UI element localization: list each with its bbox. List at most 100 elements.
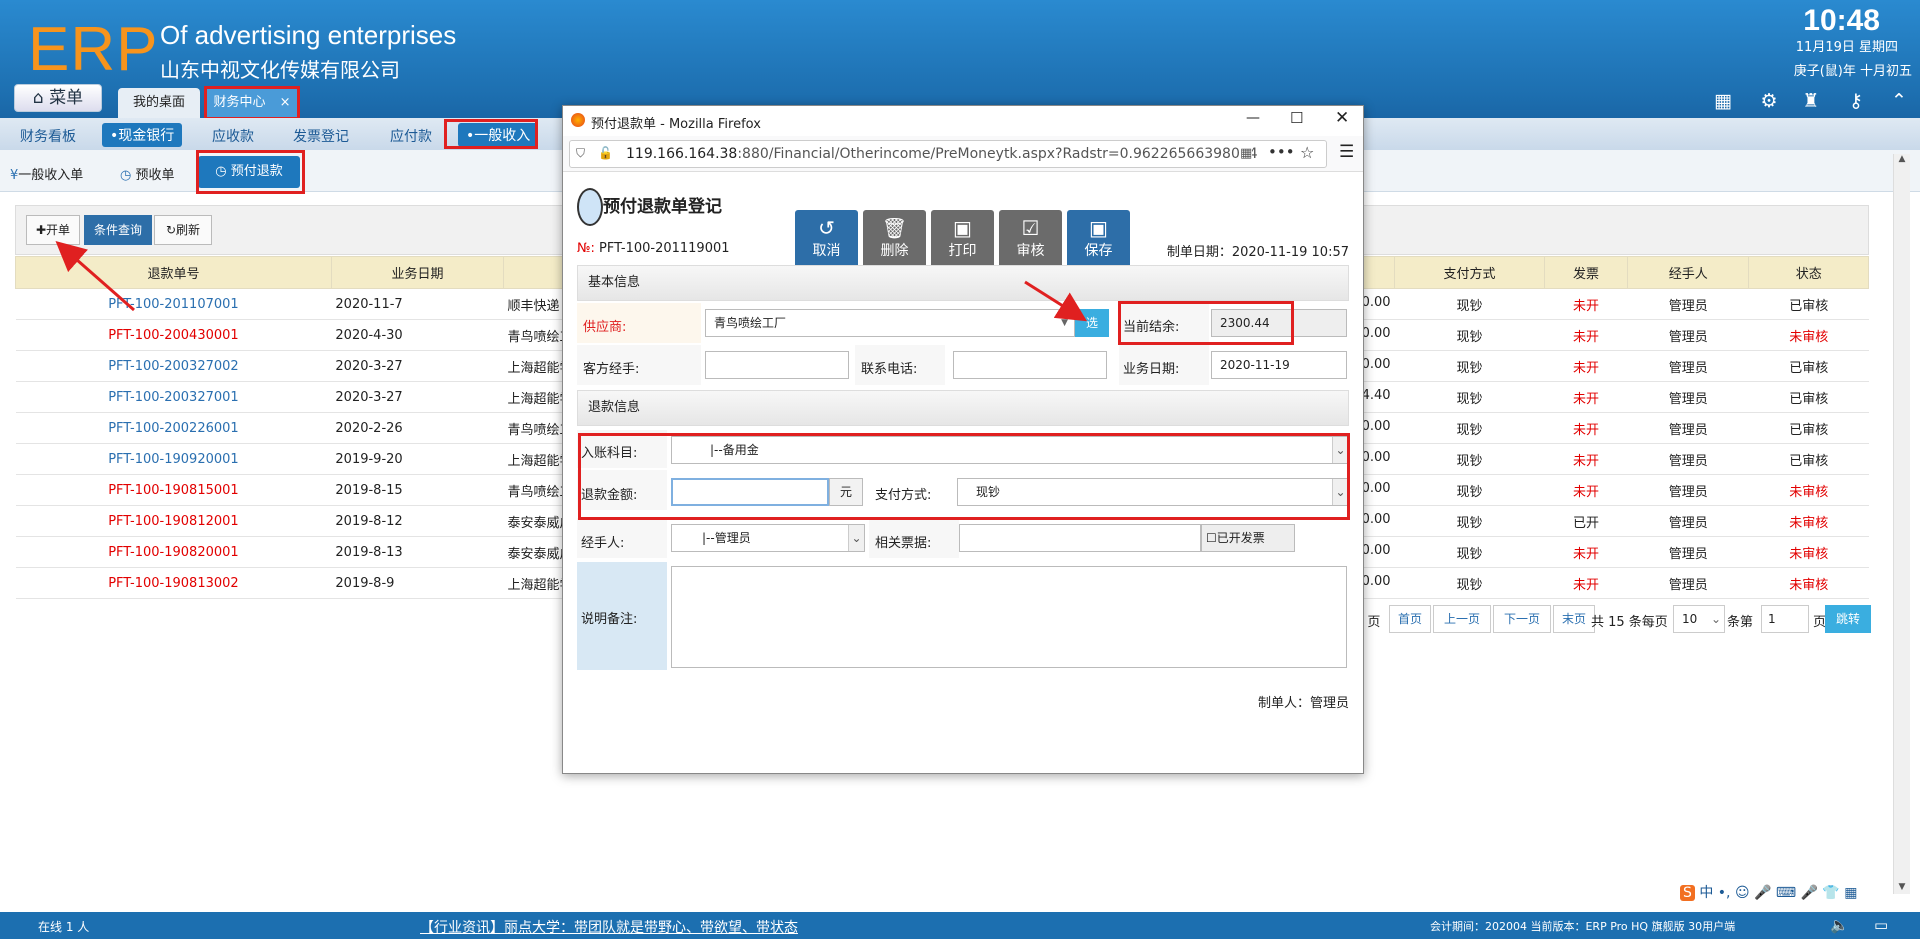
- hamburger-menu-icon[interactable]: ☰: [1339, 142, 1354, 162]
- scroll-down-icon[interactable]: ▼: [1894, 882, 1910, 892]
- invoice-issued-checkbox[interactable]: ☐已开发票: [1201, 524, 1295, 552]
- nav-general-income[interactable]: •一般收入: [458, 123, 539, 147]
- news-ticker[interactable]: 【行业资讯】丽点大学：带团队就是带野心、带欲望、带状态: [420, 917, 798, 937]
- nav-general-income-bill[interactable]: ¥一般收入单: [10, 164, 83, 183]
- print-button[interactable]: ▣ 打印: [931, 210, 994, 270]
- minimize-icon[interactable]: —: [1246, 110, 1260, 126]
- refund-no-cell[interactable]: PFT-100-200327002: [15, 350, 332, 382]
- go-page-button[interactable]: 跳转: [1825, 605, 1871, 633]
- next-page-button[interactable]: 下一页: [1493, 605, 1551, 633]
- status-cell: 未审核: [1748, 567, 1869, 599]
- bill-number-label: №:: [577, 241, 595, 256]
- refund-no-cell[interactable]: PFT-100-201107001: [15, 288, 332, 320]
- volume-icon[interactable]: 🔈: [1830, 916, 1849, 934]
- nav-cash-bank[interactable]: •现金银行: [102, 123, 183, 147]
- tab-close-icon[interactable]: ×: [280, 95, 291, 110]
- pager-total-text: 共 15 条每页: [1591, 615, 1668, 630]
- first-page-button[interactable]: 首页: [1389, 605, 1431, 633]
- select-supplier-button[interactable]: 选: [1075, 309, 1109, 337]
- remark-textarea[interactable]: [671, 566, 1347, 668]
- condition-query-button[interactable]: 条件查询: [84, 215, 152, 245]
- page-number-input[interactable]: 1: [1761, 605, 1809, 633]
- sogou-ime-icon[interactable]: S: [1680, 885, 1695, 901]
- shield-icon[interactable]: ⛉: [576, 146, 585, 161]
- refresh-button[interactable]: ↻刷新: [154, 215, 212, 245]
- biz-date-cell: 2019-8-15: [331, 474, 504, 506]
- tab-finance-center[interactable]: 财务中心 ×: [206, 88, 298, 118]
- close-icon[interactable]: ✕: [1335, 108, 1349, 128]
- related-bill-input[interactable]: [959, 524, 1201, 552]
- star-icon[interactable]: ☆: [1300, 143, 1314, 162]
- collapse-up-icon[interactable]: ⌃: [1888, 90, 1910, 112]
- refund-no-cell[interactable]: PFT-100-190820001: [15, 536, 332, 568]
- nav-prepay-refund[interactable]: ◷ 预付退款: [198, 156, 300, 188]
- phone-input[interactable]: [953, 351, 1107, 379]
- refund-no-cell[interactable]: PFT-100-190815001: [15, 474, 332, 506]
- scroll-up-icon[interactable]: ▲: [1894, 154, 1910, 164]
- nav-payables[interactable]: 应付款: [390, 126, 432, 146]
- nav-receivables[interactable]: 应收款: [212, 126, 254, 146]
- refund-info-section: 退款信息: [577, 390, 1349, 426]
- nav-finance-board[interactable]: 财务看板: [20, 126, 76, 146]
- monitor-icon[interactable]: ▭: [1874, 916, 1888, 934]
- col-handler[interactable]: 经手人: [1626, 256, 1750, 289]
- delete-button[interactable]: 🗑 删除: [863, 210, 926, 270]
- tab-finance-label: 财务中心: [213, 95, 266, 110]
- ime-status-icons[interactable]: 中 •, ☺ 🎤 ⌨ 🎤 👕 ▦: [1699, 885, 1857, 901]
- page-size-select[interactable]: 10 ⌄: [1673, 605, 1725, 633]
- last-page-button[interactable]: 末页: [1553, 605, 1595, 633]
- prev-page-button[interactable]: 上一页: [1433, 605, 1491, 633]
- phone-label: 联系电话:: [861, 362, 918, 377]
- nav-advance-receipt[interactable]: ◷ 预收单: [120, 164, 175, 183]
- invoice-cell: 未开: [1544, 474, 1628, 506]
- balance-field: 2300.44: [1211, 309, 1347, 337]
- qr-icon[interactable]: ▦: [1240, 146, 1253, 161]
- gear-icon[interactable]: ⚙: [1758, 90, 1780, 112]
- col-invoice[interactable]: 发票: [1543, 256, 1628, 289]
- refund-no-cell[interactable]: PFT-100-200430001: [15, 319, 332, 351]
- maximize-icon[interactable]: ☐: [1290, 109, 1303, 127]
- contact-input[interactable]: [705, 351, 849, 379]
- refund-no-cell[interactable]: PFT-100-200226001: [15, 412, 332, 444]
- supplier-select[interactable]: 青鸟喷绘工厂 ▼: [705, 309, 1075, 337]
- refund-no-cell[interactable]: PFT-100-190812001: [15, 505, 332, 537]
- col-pay-method[interactable]: 支付方式: [1394, 256, 1545, 289]
- invoice-cell: 未开: [1544, 350, 1628, 382]
- col-status[interactable]: 状态: [1748, 256, 1869, 289]
- print-icon: ▣: [953, 216, 972, 240]
- page-scrollbar[interactable]: ▲ ▼: [1893, 154, 1910, 894]
- chevron-down-icon: ⌄: [1332, 437, 1348, 463]
- remark-label: 说明备注:: [581, 612, 638, 627]
- handler-cell: 管理员: [1627, 443, 1749, 475]
- cancel-button[interactable]: ↺ 取消: [795, 210, 858, 270]
- insecure-lock-icon[interactable]: 🔓: [598, 146, 613, 160]
- nav-advance-receipt-label: 预收单: [135, 168, 175, 183]
- url-field[interactable]: ⛉ 🔓 119.166.164.38:880/Financial/Otherin…: [569, 140, 1327, 168]
- shirt-icon[interactable]: ♜: [1800, 90, 1822, 112]
- ime-toolbar[interactable]: S 中 •, ☺ 🎤 ⌨ 🎤 👕 ▦: [1680, 882, 1890, 908]
- refund-no-cell[interactable]: PFT-100-190813002: [15, 567, 332, 599]
- pay-method-select[interactable]: 现钞 ⌄: [957, 478, 1349, 506]
- review-button[interactable]: ☑ 审核: [999, 210, 1062, 270]
- made-date: 制单日期：2020-11-19 10:57: [1166, 245, 1349, 260]
- menu-button[interactable]: ⌂ 菜单: [14, 84, 102, 112]
- key-icon[interactable]: ⚷: [1845, 90, 1867, 112]
- tab-my-desktop[interactable]: 我的桌面: [118, 88, 200, 118]
- refund-no-cell[interactable]: PFT-100-200327001: [15, 381, 332, 413]
- refund-no-cell[interactable]: PFT-100-190920001: [15, 443, 332, 475]
- biz-date-cell: 2020-3-27: [331, 381, 504, 413]
- nav-invoice-register[interactable]: 发票登记: [293, 126, 349, 146]
- handler-select[interactable]: |--管理员 ⌄: [671, 524, 865, 552]
- col-refund-no[interactable]: 退款单号: [15, 256, 332, 289]
- refund-amount-input[interactable]: [671, 478, 829, 506]
- save-button[interactable]: ▣ 保存: [1067, 210, 1130, 270]
- biz-date-input[interactable]: 2020-11-19: [1211, 351, 1347, 379]
- caret-down-icon: ▼: [1061, 318, 1068, 328]
- col-biz-date[interactable]: 业务日期: [330, 256, 505, 289]
- apps-grid-icon[interactable]: ▦: [1712, 90, 1734, 112]
- more-icon[interactable]: •••: [1268, 143, 1295, 161]
- status-cell: 已审核: [1748, 350, 1869, 382]
- pay-method-cell: 现钞: [1394, 381, 1545, 413]
- open-bill-button[interactable]: ✚开单: [26, 215, 80, 245]
- account-select[interactable]: |--备用金 ⌄: [671, 436, 1349, 464]
